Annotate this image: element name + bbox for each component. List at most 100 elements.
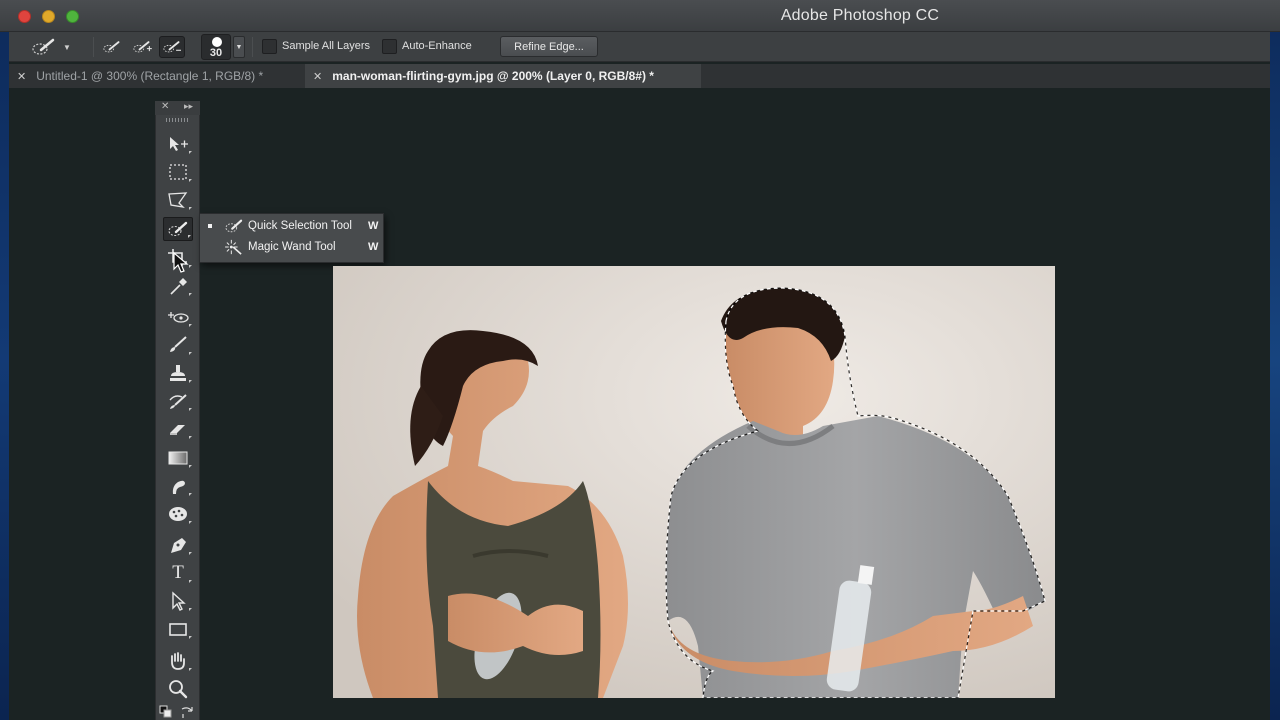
document-canvas-image[interactable] bbox=[333, 266, 1055, 698]
photo-illustration bbox=[333, 266, 1055, 698]
tab-label: man-woman-flirting-gym.jpg @ 200% (Layer… bbox=[332, 69, 654, 83]
eraser-tool-button[interactable] bbox=[163, 417, 193, 441]
add-selection-icon bbox=[133, 41, 152, 53]
subtract-from-selection-mode-button[interactable] bbox=[159, 36, 185, 58]
hand-icon bbox=[171, 652, 185, 670]
quick-selection-icon bbox=[225, 219, 243, 233]
default-colors-button[interactable] bbox=[159, 705, 175, 719]
close-icon[interactable]: ✕ bbox=[161, 101, 169, 112]
zoom-tool-button[interactable] bbox=[163, 677, 193, 701]
new-selection-icon bbox=[103, 41, 120, 53]
move-tool-button[interactable] bbox=[163, 132, 193, 156]
menu-item-label: Magic Wand Tool bbox=[248, 241, 336, 253]
toolbox-panel: T bbox=[155, 115, 200, 720]
tab-man-woman-flirting-gym[interactable]: ✕ man-woman-flirting-gym.jpg @ 200% (Lay… bbox=[305, 64, 701, 88]
expand-panel-icon[interactable]: ▸▸ bbox=[184, 101, 193, 112]
polygonal-lasso-icon bbox=[168, 192, 188, 208]
selected-indicator bbox=[208, 224, 212, 228]
brush-size-dropdown[interactable]: ▼ bbox=[233, 36, 245, 58]
eyedropper-icon bbox=[170, 278, 187, 295]
marquee-icon bbox=[169, 164, 187, 180]
brush-size-picker[interactable]: 30 bbox=[201, 34, 231, 60]
menu-item-magic-wand-tool[interactable]: Magic Wand Tool W bbox=[200, 237, 383, 257]
magic-wand-icon bbox=[225, 239, 242, 255]
path-selection-icon bbox=[172, 591, 186, 611]
eraser-icon bbox=[170, 425, 185, 435]
desktop-background-left bbox=[0, 0, 9, 720]
menu-item-shortcut: W bbox=[368, 241, 379, 253]
quick-selection-icon bbox=[168, 221, 188, 237]
new-selection-mode-button[interactable] bbox=[99, 36, 125, 58]
brush-icon bbox=[170, 336, 187, 352]
submenu-arrow-icon bbox=[189, 668, 192, 671]
eyedropper-tool-button[interactable] bbox=[163, 274, 193, 298]
clone-stamp-tool-button[interactable] bbox=[163, 361, 193, 385]
brush-tool-button[interactable] bbox=[163, 333, 193, 357]
move-icon bbox=[170, 137, 188, 151]
document-tab-bar: ✕ Untitled-1 @ 300% (Rectangle 1, RGB/8)… bbox=[9, 64, 1270, 88]
pen-tool-button[interactable] bbox=[163, 533, 193, 557]
hand-tool-button[interactable] bbox=[163, 649, 193, 673]
app-title: Adobe Photoshop CC bbox=[780, 7, 940, 24]
smudge-icon bbox=[172, 480, 185, 494]
type-tool-button[interactable]: T bbox=[163, 561, 193, 585]
brush-size-value: 30 bbox=[209, 47, 223, 59]
history-brush-tool-button[interactable] bbox=[163, 389, 193, 413]
gradient-icon bbox=[168, 451, 188, 465]
options-bar: ▼ 30 ▼ Sample All Layers Auto-Enhance Re… bbox=[9, 32, 1270, 62]
chevron-down-icon: ▼ bbox=[63, 42, 71, 52]
options-separator bbox=[252, 37, 253, 57]
submenu-arrow-icon bbox=[189, 636, 192, 639]
brush-tip-icon bbox=[212, 37, 222, 47]
sponge-icon bbox=[169, 507, 187, 521]
submenu-arrow-icon bbox=[189, 352, 192, 355]
tool-preset-picker[interactable]: ▼ bbox=[31, 32, 71, 62]
tab-label: Untitled-1 @ 300% (Rectangle 1, RGB/8) * bbox=[36, 69, 264, 83]
rectangle-shape-icon bbox=[169, 623, 187, 636]
close-icon[interactable]: ✕ bbox=[313, 70, 322, 83]
zoom-icon bbox=[169, 680, 188, 699]
toolbox-header: ✕ ▸▸ bbox=[155, 101, 200, 115]
dodge-tool-button[interactable] bbox=[163, 502, 193, 526]
selection-tool-flyout-menu: Quick Selection Tool W Magic Wand Tool W bbox=[199, 213, 384, 263]
auto-enhance-label: Auto-Enhance bbox=[402, 40, 472, 52]
swap-arrows-icon bbox=[181, 707, 193, 718]
auto-enhance-checkbox[interactable] bbox=[382, 39, 397, 54]
rectangle-tool-button[interactable] bbox=[163, 617, 193, 641]
quick-selection-icon bbox=[32, 38, 55, 55]
rectangular-marquee-tool-button[interactable] bbox=[163, 160, 193, 184]
submenu-arrow-icon bbox=[189, 465, 192, 468]
tab-untitled-1[interactable]: ✕ Untitled-1 @ 300% (Rectangle 1, RGB/8)… bbox=[9, 64, 301, 88]
sample-all-layers-label: Sample All Layers bbox=[282, 40, 371, 52]
submenu-arrow-icon bbox=[189, 408, 192, 411]
menu-item-label: Quick Selection Tool bbox=[248, 220, 352, 232]
subtract-selection-icon bbox=[163, 41, 181, 53]
submenu-arrow-icon bbox=[189, 207, 192, 210]
menu-item-shortcut: W bbox=[368, 220, 379, 232]
mouse-cursor-icon bbox=[173, 252, 189, 273]
path-selection-tool-button[interactable] bbox=[163, 589, 193, 613]
submenu-arrow-icon bbox=[189, 293, 192, 296]
chevron-down-icon: ▼ bbox=[235, 43, 243, 51]
submenu-arrow-icon bbox=[189, 436, 192, 439]
options-separator bbox=[93, 37, 94, 57]
sample-all-layers-checkbox[interactable] bbox=[262, 39, 277, 54]
submenu-arrow-icon bbox=[189, 608, 192, 611]
title-bar: Adobe Photoshop CC bbox=[0, 0, 1280, 32]
refine-edge-button[interactable]: Refine Edge... bbox=[500, 36, 598, 57]
lasso-tool-button[interactable] bbox=[163, 188, 193, 212]
submenu-arrow-icon bbox=[188, 235, 191, 238]
spot-healing-tool-button[interactable] bbox=[163, 305, 193, 329]
close-icon[interactable]: ✕ bbox=[17, 70, 26, 83]
submenu-arrow-icon bbox=[189, 380, 192, 383]
gradient-tool-button[interactable] bbox=[163, 446, 193, 470]
submenu-arrow-icon bbox=[189, 552, 192, 555]
swap-colors-button[interactable] bbox=[180, 705, 196, 719]
smudge-tool-button[interactable] bbox=[163, 474, 193, 498]
panel-grip[interactable] bbox=[166, 118, 190, 122]
type-icon: T bbox=[172, 562, 184, 583]
menu-item-quick-selection-tool[interactable]: Quick Selection Tool W bbox=[200, 216, 383, 236]
add-to-selection-mode-button[interactable] bbox=[129, 36, 155, 58]
quick-selection-tool-button[interactable] bbox=[163, 217, 193, 241]
submenu-arrow-icon bbox=[189, 151, 192, 154]
